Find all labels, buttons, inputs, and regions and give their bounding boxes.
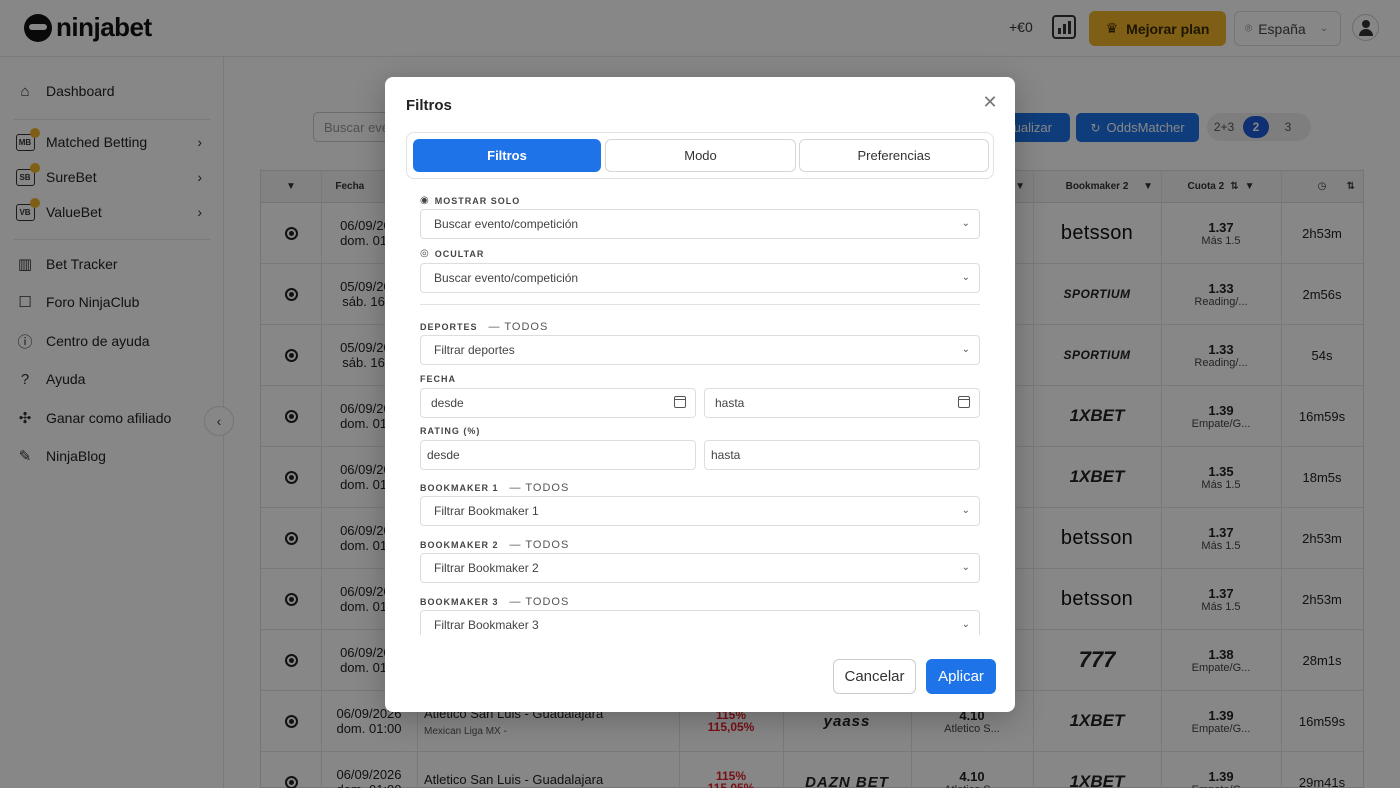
bookmaker1-select[interactable]: Filtrar Bookmaker 1 ⌄ bbox=[420, 496, 980, 526]
ocultar-label: ◎ OCULTAR bbox=[420, 248, 485, 259]
rating-hasta-input[interactable]: hasta bbox=[704, 440, 980, 470]
bookmaker2-select[interactable]: Filtrar Bookmaker 2 ⌄ bbox=[420, 553, 980, 583]
tab-modo[interactable]: Modo bbox=[605, 139, 796, 172]
eye-off-icon: ◎ bbox=[420, 248, 430, 259]
bookmaker3-label: BOOKMAKER 3— TODOS bbox=[420, 596, 570, 608]
chevron-down-icon: ⌄ bbox=[961, 562, 970, 573]
modal-title: Filtros bbox=[406, 97, 452, 114]
apply-button[interactable]: Aplicar bbox=[926, 659, 996, 694]
bookmaker3-select[interactable]: Filtrar Bookmaker 3 ⌄ bbox=[420, 610, 980, 635]
filters-modal: Filtros ✕ Filtros Modo Preferencias ◉ MO… bbox=[385, 77, 1015, 712]
filters-scroll-area[interactable]: ◉ MOSTRAR SOLO Buscar evento/competición… bbox=[420, 185, 980, 635]
bookmaker2-label: BOOKMAKER 2— TODOS bbox=[420, 539, 570, 551]
chevron-down-icon: ⌄ bbox=[961, 505, 970, 516]
bookmaker1-label: BOOKMAKER 1— TODOS bbox=[420, 482, 570, 494]
deportes-select[interactable]: Filtrar deportes ⌄ bbox=[420, 335, 980, 365]
chevron-down-icon: ⌄ bbox=[961, 218, 970, 229]
modal-tabs: Filtros Modo Preferencias bbox=[406, 132, 994, 179]
tab-preferencias[interactable]: Preferencias bbox=[799, 139, 989, 172]
chevron-down-icon: ⌄ bbox=[961, 272, 970, 283]
modal-footer: Cancelar Aplicar bbox=[833, 659, 996, 694]
rating-label: RATING (%) bbox=[420, 426, 481, 436]
mostrar-solo-label: ◉ MOSTRAR SOLO bbox=[420, 195, 521, 206]
calendar-icon[interactable] bbox=[958, 396, 970, 408]
fecha-hasta-input[interactable]: hasta bbox=[704, 388, 980, 418]
rating-desde-input[interactable]: desde bbox=[420, 440, 696, 470]
mostrar-solo-select[interactable]: Buscar evento/competición ⌄ bbox=[420, 209, 980, 239]
close-icon[interactable]: ✕ bbox=[980, 92, 1000, 112]
fecha-desde-input[interactable]: desde bbox=[420, 388, 696, 418]
chevron-down-icon: ⌄ bbox=[961, 344, 970, 355]
deportes-label: DEPORTES — TODOS bbox=[420, 321, 549, 333]
ocultar-select[interactable]: Buscar evento/competición ⌄ bbox=[420, 263, 980, 293]
cancel-button[interactable]: Cancelar bbox=[833, 659, 916, 694]
tab-filtros[interactable]: Filtros bbox=[413, 139, 601, 172]
eye-icon: ◉ bbox=[420, 195, 430, 206]
fecha-label: FECHA bbox=[420, 374, 456, 384]
calendar-icon[interactable] bbox=[674, 396, 686, 408]
divider bbox=[420, 304, 980, 305]
chevron-down-icon: ⌄ bbox=[961, 619, 970, 630]
